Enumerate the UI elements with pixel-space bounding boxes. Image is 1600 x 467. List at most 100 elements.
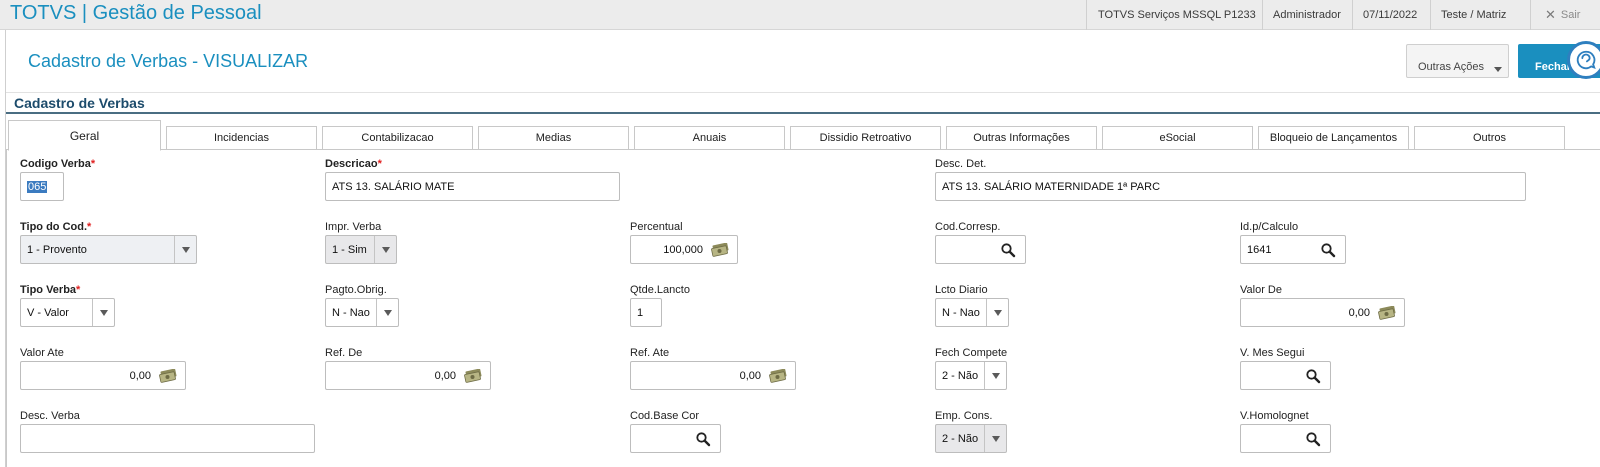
impr-verba-select[interactable]: 1 - Sim <box>325 235 397 264</box>
tipo-cod-value: 1 - Provento <box>27 243 87 256</box>
money-bills-icon[interactable] <box>158 367 178 385</box>
chevron-down-icon <box>986 299 1008 326</box>
cod-base-cor-label: Cod.Base Cor <box>630 410 700 422</box>
descricao-field[interactable]: ATS 13. SALÁRIO MATE <box>325 172 620 201</box>
branch-info[interactable]: Teste / Matriz <box>1430 0 1519 30</box>
desc-verba-field[interactable] <box>20 424 315 453</box>
other-actions-label: Outras Ações <box>1418 61 1485 73</box>
search-icon[interactable] <box>1303 367 1323 385</box>
tipo-cod-select[interactable]: 1 - Provento <box>20 235 197 264</box>
id-calculo-value: 1641 <box>1247 243 1272 256</box>
ref-ate-label: Ref. Ate <box>630 347 670 359</box>
impr-verba-label: Impr. Verba <box>325 221 382 233</box>
id-calculo-field[interactable]: 1641 <box>1240 235 1346 264</box>
search-icon[interactable] <box>1318 241 1338 259</box>
qtde-lancto-field[interactable]: 1 <box>630 298 662 327</box>
app-title: TOTVS | Gestão de Pessoal <box>10 2 262 24</box>
page-title: Cadastro de Verbas - VISUALIZAR <box>28 51 309 71</box>
server-info: TOTVS Serviços MSSQL P1233 <box>1086 0 1262 30</box>
id-calculo-label: Id.p/Calculo <box>1240 221 1299 233</box>
search-icon[interactable] <box>693 430 713 448</box>
tipo-verba-select[interactable]: V - Valor <box>20 298 115 327</box>
ref-ate-field[interactable]: 0,00 <box>630 361 796 390</box>
tab-dissidio-retroativo[interactable]: Dissidio Retroativo <box>790 126 941 150</box>
date-info[interactable]: 07/11/2022 <box>1352 0 1430 30</box>
fech-compete-select[interactable]: 2 - Não <box>935 361 1007 390</box>
valor-de-value: 0,00 <box>1348 306 1370 319</box>
valor-de-label: Valor De <box>1240 284 1282 296</box>
chevron-down-icon <box>984 425 1006 452</box>
money-bills-icon[interactable] <box>1377 304 1397 322</box>
section-title: Cadastro de Verbas <box>14 95 145 111</box>
tipo-verba-label: Tipo Verba* <box>20 284 81 296</box>
search-icon[interactable] <box>998 241 1018 259</box>
pagto-obrig-select[interactable]: N - Nao <box>325 298 399 327</box>
pagto-obrig-value: N - Nao <box>332 306 370 319</box>
logout-button[interactable]: ✕ Sair <box>1530 0 1600 30</box>
user-info[interactable]: Administrador <box>1262 0 1352 30</box>
descricao-label: Descricao* <box>325 158 382 170</box>
tab-outras-informacoes[interactable]: Outras Informações <box>946 126 1097 150</box>
v-homolognet-label: V.Homolognet <box>1240 410 1309 422</box>
emp-cons-value: 2 - Não <box>942 432 979 445</box>
ref-de-label: Ref. De <box>325 347 363 359</box>
pagto-obrig-label: Pagto.Obrig. <box>325 284 387 296</box>
fech-compete-label: Fech Compete <box>935 347 1008 359</box>
lcto-diario-label: Lcto Diario <box>935 284 988 296</box>
tab-bloqueio-lancamentos[interactable]: Bloqueio de Lançamentos <box>1258 126 1409 150</box>
logout-label: Sair <box>1560 9 1581 21</box>
tab-outros[interactable]: Outros <box>1414 126 1565 150</box>
ref-de-value: 0,00 <box>434 369 456 382</box>
other-actions-button[interactable]: Outras Ações <box>1406 44 1509 78</box>
chevron-down-icon <box>376 299 398 326</box>
valor-ate-value: 0,00 <box>129 369 151 382</box>
valor-ate-label: Valor Ate <box>20 347 64 359</box>
money-bills-icon[interactable] <box>768 367 788 385</box>
section-header: Cadastro de Verbas <box>6 92 1600 114</box>
emp-cons-label: Emp. Cons. <box>935 410 993 422</box>
tipo-cod-label: Tipo do Cod.* <box>20 221 92 233</box>
chat-assistant-icon[interactable] <box>1567 41 1600 79</box>
money-bills-icon[interactable] <box>710 241 730 259</box>
tab-esocial[interactable]: eSocial <box>1102 126 1253 150</box>
chat-icon-graphic <box>1576 50 1596 70</box>
percentual-value: 100,000 <box>663 243 703 256</box>
tab-medias[interactable]: Medias <box>478 126 629 150</box>
v-mes-segui-label: V. Mes Segui <box>1240 347 1305 359</box>
search-icon[interactable] <box>1303 430 1323 448</box>
lcto-diario-select[interactable]: N - Nao <box>935 298 1009 327</box>
emp-cons-select[interactable]: 2 - Não <box>935 424 1007 453</box>
main-window: Cadastro de Verbas - VISUALIZAR Outras A… <box>5 30 1600 467</box>
tab-contabilizacao[interactable]: Contabilizacao <box>322 126 473 150</box>
chevron-down-icon <box>174 236 196 263</box>
tab-anuais[interactable]: Anuais <box>634 126 785 150</box>
chevron-down-icon <box>1494 67 1502 72</box>
cod-base-cor-field[interactable] <box>630 424 721 453</box>
app-page: TOTVS | Gestão de Pessoal TOTVS Serviços… <box>0 0 1600 467</box>
codigo-verba-value: 065 <box>27 180 48 193</box>
ref-ate-value: 0,00 <box>739 369 761 382</box>
cod-corresp-label: Cod.Corresp. <box>935 221 1001 233</box>
desc-det-field[interactable]: ATS 13. SALÁRIO MATERNIDADE 1ª PARC <box>935 172 1526 201</box>
valor-ate-field[interactable]: 0,00 <box>20 361 186 390</box>
top-bar: TOTVS | Gestão de Pessoal TOTVS Serviços… <box>0 0 1600 30</box>
chevron-down-icon <box>92 299 114 326</box>
qtde-lancto-label: Qtde.Lancto <box>630 284 690 296</box>
tab-incidencias[interactable]: Incidencias <box>166 126 317 150</box>
percentual-label: Percentual <box>630 221 683 233</box>
lcto-diario-value: N - Nao <box>942 306 980 319</box>
codigo-verba-label: Codigo Verba* <box>20 158 96 170</box>
v-homolognet-field[interactable] <box>1240 424 1331 453</box>
v-mes-segui-field[interactable] <box>1240 361 1331 390</box>
form-geral: Codigo Verba* 065 Descricao* ATS 13. SAL… <box>6 150 1600 467</box>
tab-geral[interactable]: Geral <box>8 120 161 151</box>
cod-corresp-field[interactable] <box>935 235 1026 264</box>
ref-de-field[interactable]: 0,00 <box>325 361 491 390</box>
fech-compete-value: 2 - Não <box>942 369 979 382</box>
tipo-verba-value: V - Valor <box>27 306 69 319</box>
chevron-down-icon <box>984 362 1006 389</box>
percentual-field[interactable]: 100,000 <box>630 235 738 264</box>
codigo-verba-field[interactable]: 065 <box>20 172 64 201</box>
valor-de-field[interactable]: 0,00 <box>1240 298 1405 327</box>
money-bills-icon[interactable] <box>463 367 483 385</box>
